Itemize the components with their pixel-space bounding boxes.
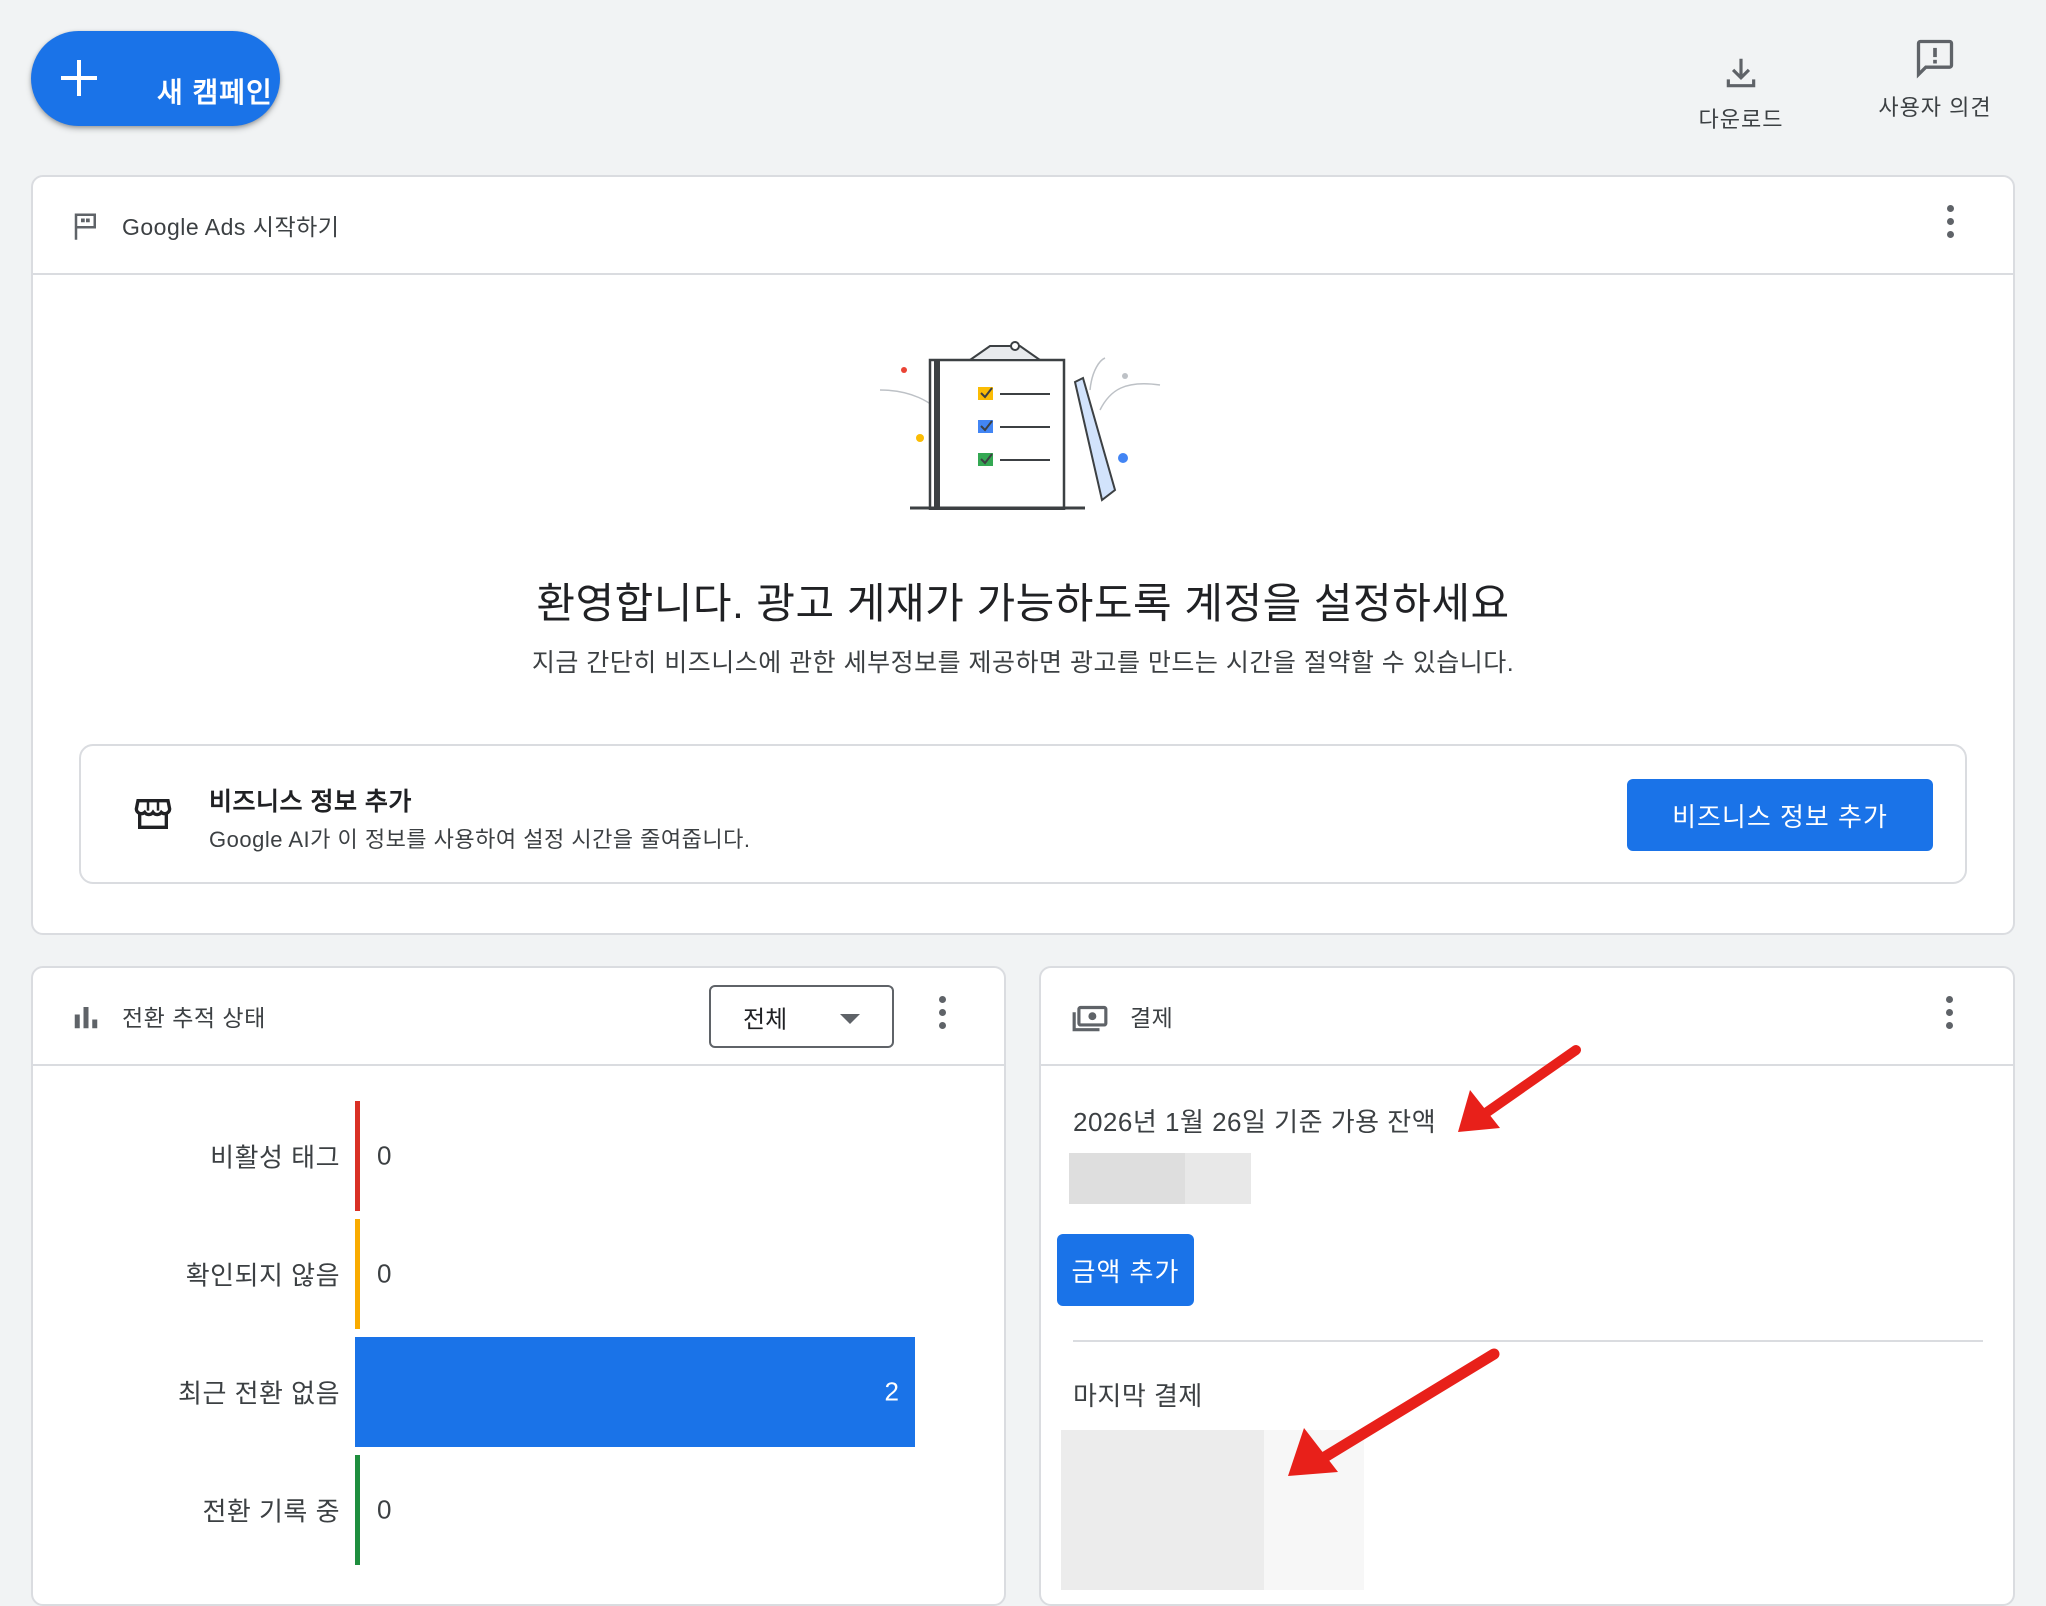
download-label: 다운로드 xyxy=(1698,107,1784,132)
chevron-down-icon xyxy=(840,1014,860,1024)
getting-started-title: Google Ads 시작하기 xyxy=(122,214,340,240)
conversion-status-label: 전환 기록 중 xyxy=(202,1496,340,1527)
conversion-tracking-card: 전환 추적 상태 전체 비활성 태그 0 확인되지 않음 0 최근 전환 없음 2 전환 기… xyxy=(31,966,1006,1606)
billing-more-button[interactable] xyxy=(1939,996,1959,1036)
add-funds-button[interactable]: 금액 추가 xyxy=(1057,1234,1194,1306)
last-payment-redacted xyxy=(1061,1430,1264,1590)
conversion-bar-value: 2 xyxy=(884,1376,899,1407)
balance-redacted xyxy=(1069,1153,1185,1204)
conversion-filter-value: 전체 xyxy=(743,1006,788,1033)
available-balance-label: 2026년 1월 26일 기준 가용 잔액 xyxy=(1073,1107,1437,1137)
conversion-bar[interactable]: 2 xyxy=(355,1337,915,1447)
top-bar: 새 캠페인 다운로드 사용자 의견 xyxy=(0,0,2046,170)
balance-redacted-tail xyxy=(1185,1153,1251,1204)
checklist-illustration xyxy=(879,341,1161,510)
feedback-button[interactable]: 사용자 의견 xyxy=(1870,36,2000,122)
conversion-status-row: 전환 기록 중 0 xyxy=(33,1455,1004,1565)
conversion-bar xyxy=(355,1219,360,1329)
welcome-title: 환영합니다. 광고 게재가 가능하도록 계정을 설정하세요 xyxy=(536,580,1510,627)
conversion-more-button[interactable] xyxy=(932,996,952,1036)
business-info-title: 비즈니스 정보 추가 xyxy=(209,788,412,816)
conversion-bar-value: 0 xyxy=(377,1140,392,1171)
billing-title: 결제 xyxy=(1130,1005,1174,1031)
flag-icon xyxy=(74,213,96,240)
payments-icon xyxy=(1072,1005,1108,1032)
conversion-status-row: 최근 전환 없음 2 xyxy=(33,1337,1004,1447)
conversion-tracking-header: 전환 추적 상태 전체 xyxy=(33,968,1004,1066)
download-icon xyxy=(1726,58,1756,88)
new-campaign-button[interactable]: 새 캠페인 xyxy=(31,31,280,126)
conversion-bar xyxy=(355,1455,360,1565)
conversion-tracking-title: 전환 추적 상태 xyxy=(122,1005,266,1031)
welcome-subtitle: 지금 간단히 비즈니스에 관한 세부정보를 제공하면 광고를 만드는 시간을 절… xyxy=(531,649,1515,677)
download-button[interactable]: 다운로드 xyxy=(1686,54,1796,134)
business-info-description: Google AI가 이 정보를 사용하여 설정 시간을 줄여줍니다. xyxy=(209,827,751,852)
conversion-bar xyxy=(355,1101,360,1211)
business-info-panel: 비즈니스 정보 추가 Google AI가 이 정보를 사용하여 설정 시간을 … xyxy=(79,744,1967,884)
conversion-bar-value: 0 xyxy=(377,1258,392,1289)
feedback-icon xyxy=(1916,39,1954,79)
getting-started-header: Google Ads 시작하기 xyxy=(33,177,2013,275)
getting-started-more-button[interactable] xyxy=(1940,205,1960,245)
conversion-status-label: 최근 전환 없음 xyxy=(178,1378,340,1409)
conversion-status-label: 확인되지 않음 xyxy=(185,1260,340,1291)
storefront-icon xyxy=(134,799,172,829)
plus-icon xyxy=(61,60,97,96)
conversion-bar-value: 0 xyxy=(377,1494,392,1525)
feedback-label: 사용자 의견 xyxy=(1878,95,1992,120)
annotation-arrow-icon xyxy=(1288,1348,1500,1476)
new-campaign-label: 새 캠페인 xyxy=(157,77,273,108)
last-payment-label: 마지막 결제 xyxy=(1073,1381,1203,1411)
conversion-filter-dropdown[interactable]: 전체 xyxy=(709,985,894,1048)
add-business-info-button[interactable]: 비즈니스 정보 추가 xyxy=(1627,779,1933,851)
billing-divider xyxy=(1073,1340,1983,1342)
conversion-status-row: 비활성 태그 0 xyxy=(33,1101,1004,1211)
bar-chart-icon xyxy=(74,1007,98,1029)
conversion-status-label: 비활성 태그 xyxy=(210,1142,340,1173)
annotation-arrow-icon xyxy=(1458,1045,1581,1132)
conversion-status-row: 확인되지 않음 0 xyxy=(33,1219,1004,1329)
